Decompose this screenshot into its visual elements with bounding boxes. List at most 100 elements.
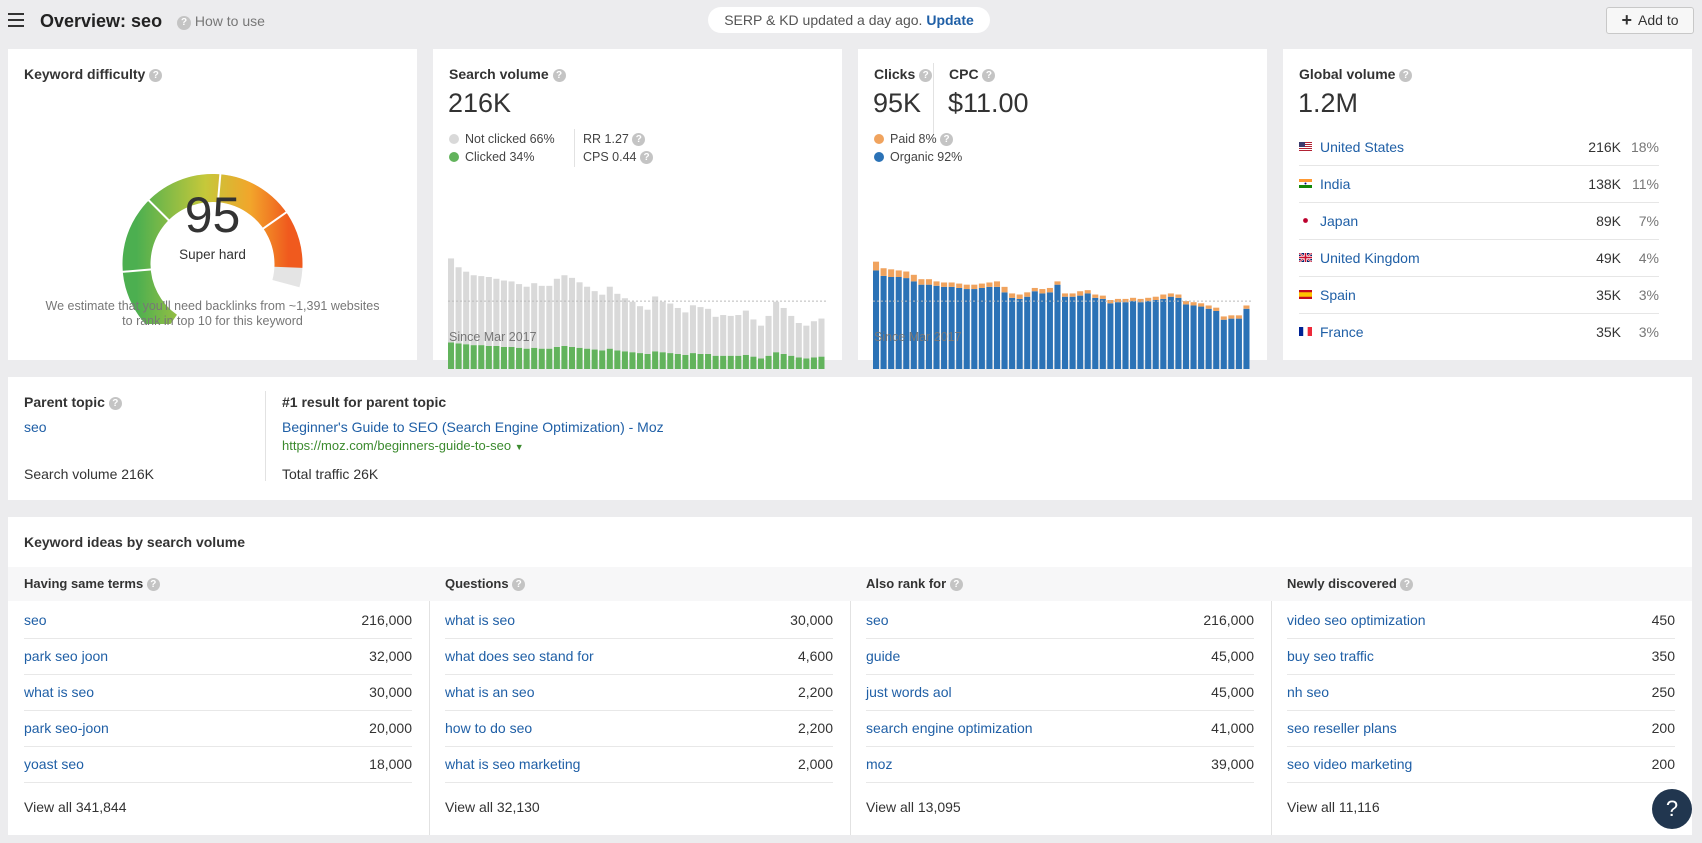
keyword-link[interactable]: guide <box>866 648 900 664</box>
bar-clicked <box>667 353 674 369</box>
jp-flag-icon <box>1299 216 1312 225</box>
country-link[interactable]: Japan <box>1320 203 1358 239</box>
bar-organic <box>948 286 955 369</box>
bar-paid <box>1054 281 1061 285</box>
country-link[interactable]: United States <box>1320 129 1404 165</box>
menu-icon[interactable] <box>8 13 24 27</box>
legend-divider <box>574 129 575 167</box>
country-percent: 11% <box>1632 176 1659 192</box>
help-icon[interactable]: ? <box>1400 578 1414 591</box>
help-icon[interactable]: ? <box>108 397 122 410</box>
keyword-link[interactable]: yoast seo <box>24 756 84 772</box>
keyword-link[interactable]: moz <box>866 756 892 772</box>
update-link[interactable]: Update <box>926 12 973 28</box>
bar-organic <box>1205 308 1212 369</box>
help-icon[interactable]: ? <box>632 133 646 146</box>
keyword-link[interactable]: seo reseller plans <box>1287 720 1397 736</box>
help-icon[interactable]: ? <box>919 69 933 82</box>
help-icon[interactable]: ? <box>640 151 653 164</box>
bar-paid <box>1137 298 1144 303</box>
top-result-url-wrap[interactable]: https://moz.com/beginners-guide-to-seo ▼ <box>282 438 524 453</box>
help-icon[interactable]: ? <box>149 69 163 82</box>
bar-paid <box>925 279 932 285</box>
keyword-volume: 2,200 <box>797 720 833 736</box>
add-to-label: Add to <box>1638 12 1679 28</box>
keyword-volume: 41,000 <box>1211 720 1254 736</box>
keyword-link[interactable]: what is seo <box>445 612 515 628</box>
bar-not-clicked <box>546 285 553 349</box>
bar-clicked <box>500 346 507 369</box>
country-link[interactable]: Spain <box>1320 277 1356 313</box>
bar-organic <box>1228 318 1235 369</box>
bar-not-clicked <box>712 316 719 356</box>
help-icon[interactable]: ? <box>146 578 160 591</box>
keyword-link[interactable]: seo <box>866 612 889 628</box>
keyword-link[interactable]: park seo joon <box>24 648 108 664</box>
help-icon[interactable]: ? <box>1399 69 1413 82</box>
help-chat-button[interactable]: ? <box>1652 789 1692 829</box>
bar-organic <box>986 286 993 369</box>
view-all-link[interactable]: View all 13,095 <box>866 799 961 815</box>
help-icon[interactable]: ? <box>552 69 566 82</box>
bar-clicked <box>818 356 825 369</box>
keyword-link[interactable]: what does seo stand for <box>445 648 594 664</box>
bar-not-clicked <box>727 315 734 356</box>
keyword-link[interactable]: nh seo <box>1287 684 1329 700</box>
help-icon[interactable]: ? <box>982 69 996 82</box>
keyword-row: video seo optimization 450 <box>1287 602 1675 639</box>
top-bar: Overview: seo ? How to use SERP & KD upd… <box>0 0 1702 42</box>
kd-note: We estimate that you'll need backlinks f… <box>8 299 417 329</box>
kd-value: 95 <box>184 187 241 243</box>
help-icon[interactable]: ? <box>949 578 963 591</box>
keyword-link[interactable]: video seo optimization <box>1287 612 1426 628</box>
keyword-link[interactable]: what is seo <box>24 684 94 700</box>
help-icon[interactable]: ? <box>512 578 526 591</box>
keyword-link[interactable]: seo <box>24 612 47 628</box>
keyword-link[interactable]: how to do seo <box>445 720 532 736</box>
bar-not-clicked <box>538 285 545 349</box>
update-notice: SERP & KD updated a day ago. Update <box>708 7 990 33</box>
view-all-link[interactable]: View all 11,116 <box>1287 799 1380 815</box>
rr-metric: RR 1.27 <box>583 132 629 146</box>
sv-title-label: Search volume <box>449 66 549 82</box>
how-to-use-label: How to use <box>194 13 265 29</box>
top-result-link[interactable]: Beginner's Guide to SEO (Search Engine O… <box>282 419 664 435</box>
clicks-value: 95K <box>873 88 922 118</box>
country-row: India 138K 11% <box>1299 166 1659 203</box>
keyword-link[interactable]: what is an seo <box>445 684 535 700</box>
parent-topic-keyword[interactable]: seo <box>24 419 47 435</box>
cpc-title-label: CPC <box>949 66 979 82</box>
cps-metric: CPS 0.44 <box>583 150 637 164</box>
country-link[interactable]: United Kingdom <box>1320 240 1420 276</box>
bar-paid <box>1122 298 1129 303</box>
help-icon[interactable]: ? <box>940 133 954 146</box>
how-to-use-link[interactable]: ? How to use <box>177 13 265 30</box>
country-link[interactable]: France <box>1320 314 1364 350</box>
keyword-difficulty-card: Keyword difficulty ? 95 Super hard We es… <box>8 49 417 360</box>
bar-not-clicked <box>606 286 613 349</box>
view-all-link[interactable]: View all 341,844 <box>24 799 126 815</box>
column-header: Newly discovered ? <box>1271 567 1692 601</box>
keyword-link[interactable]: buy seo traffic <box>1287 648 1374 664</box>
bar-paid <box>910 274 917 282</box>
keyword-link[interactable]: seo video marketing <box>1287 756 1412 772</box>
bar-clicked <box>727 355 734 369</box>
add-to-button[interactable]: + Add to <box>1606 7 1694 34</box>
view-all-link[interactable]: View all 32,130 <box>445 799 540 815</box>
keyword-link[interactable]: search engine optimization <box>866 720 1033 736</box>
gb-flag-icon <box>1299 253 1312 262</box>
bar-clicked <box>803 358 810 369</box>
bar-not-clicked <box>788 315 795 356</box>
bar-organic <box>1213 310 1220 369</box>
keyword-link[interactable]: what is seo marketing <box>445 756 580 772</box>
bar-not-clicked <box>735 315 742 356</box>
keyword-volume: 216,000 <box>1203 612 1254 628</box>
bar-paid <box>1175 294 1182 298</box>
legend-dot <box>449 134 459 144</box>
sv-title: Search volume ? <box>449 66 566 82</box>
keyword-link[interactable]: just words aol <box>866 684 952 700</box>
keyword-link[interactable]: park seo-joon <box>24 720 109 736</box>
bar-not-clicked <box>765 315 772 356</box>
bar-organic <box>1137 302 1144 369</box>
country-link[interactable]: India <box>1320 166 1350 202</box>
